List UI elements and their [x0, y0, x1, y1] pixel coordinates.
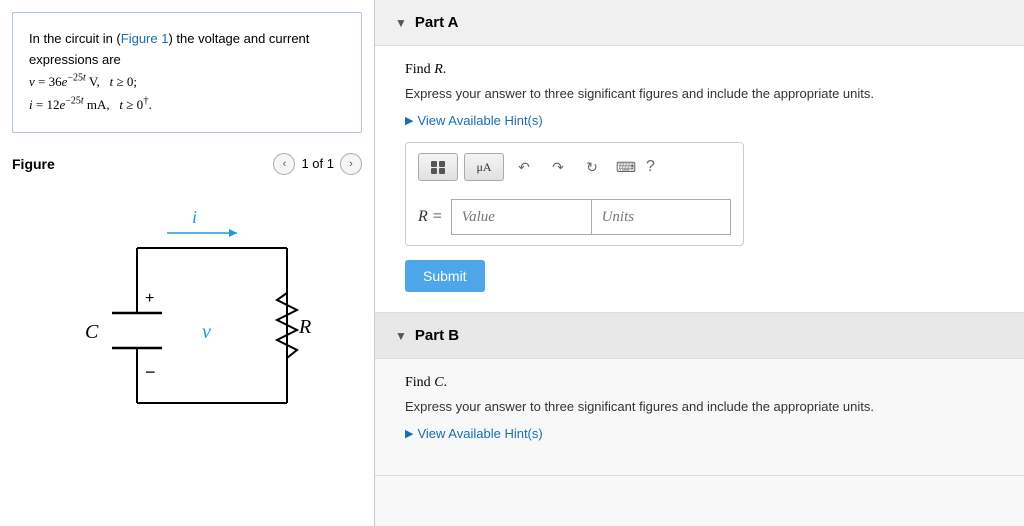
part-a-content: Find R. Express your answer to three sig…	[375, 46, 1024, 312]
matrix-button[interactable]	[418, 153, 458, 181]
svg-text:C: C	[85, 321, 99, 343]
circuit-svg: i	[37, 203, 337, 443]
part-a-label: Part A	[415, 14, 459, 31]
svg-text:−: −	[145, 362, 156, 382]
figure-nav: ‹ 1 of 1 ›	[273, 153, 362, 175]
circuit-diagram: i	[12, 183, 362, 463]
part-b-hint-link[interactable]: ▶ View Available Hint(s)	[405, 426, 994, 441]
part-b-label: Part B	[415, 327, 459, 344]
part-b-section: ▼ Part B Find C. Express your answer to …	[375, 313, 1024, 476]
answer-toolbar: μA ↶ ↷ ↻ ⌨ ?	[418, 153, 731, 189]
left-panel: In the circuit in (Figure 1) the voltage…	[0, 0, 375, 526]
equation2: i = 12e−25t mA, t ≥ 0†.	[29, 97, 152, 112]
r-equals-label: R =	[418, 208, 443, 226]
redo-button[interactable]: ↷	[544, 153, 572, 181]
svg-text:R: R	[298, 316, 311, 338]
part-b-hint-label: View Available Hint(s)	[417, 426, 542, 441]
part-a-header[interactable]: ▼ Part A	[375, 0, 1024, 46]
units-input[interactable]	[591, 199, 731, 235]
figure-link[interactable]: Figure 1	[121, 31, 169, 46]
problem-statement: In the circuit in (Figure 1) the voltage…	[12, 12, 362, 133]
next-figure-button[interactable]: ›	[340, 153, 362, 175]
keyboard-button[interactable]: ⌨	[612, 153, 640, 181]
prev-figure-button[interactable]: ‹	[273, 153, 295, 175]
refresh-button[interactable]: ↻	[578, 153, 606, 181]
part-b-content: Find C. Express your answer to three sig…	[375, 359, 1024, 475]
part-b-find-text: Find C.	[405, 375, 994, 391]
figure-title: Figure	[12, 156, 55, 172]
part-a-collapse-icon: ▼	[395, 16, 407, 30]
part-a-find-text: Find R.	[405, 62, 994, 78]
hint-arrow-icon: ▶	[405, 114, 413, 127]
part-a-hint-link[interactable]: ▶ View Available Hint(s)	[405, 113, 994, 128]
svg-text:+: +	[145, 290, 154, 307]
help-button[interactable]: ?	[646, 158, 655, 176]
value-input[interactable]	[451, 199, 591, 235]
right-panel: ▼ Part A Find R. Express your answer to …	[375, 0, 1024, 526]
part-a-section: ▼ Part A Find R. Express your answer to …	[375, 0, 1024, 313]
part-a-answer-container: μA ↶ ↷ ↻ ⌨ ? R =	[405, 142, 744, 246]
undo-button[interactable]: ↶	[510, 153, 538, 181]
figure-section: Figure ‹ 1 of 1 › i	[0, 145, 374, 471]
submit-button[interactable]: Submit	[405, 260, 485, 292]
part-b-hint-arrow-icon: ▶	[405, 427, 413, 440]
part-b-collapse-icon: ▼	[395, 329, 407, 343]
part-a-hint-label: View Available Hint(s)	[417, 113, 542, 128]
figure-header: Figure ‹ 1 of 1 ›	[12, 153, 362, 175]
part-a-instruction: Express your answer to three significant…	[405, 86, 994, 101]
part-b-instruction: Express your answer to three significant…	[405, 399, 994, 414]
problem-intro: In the circuit in (	[29, 31, 121, 46]
part-b-header[interactable]: ▼ Part B	[375, 313, 1024, 359]
input-row: R =	[418, 199, 731, 235]
svg-text:i: i	[192, 207, 197, 227]
equation1: v = 36e−25t V, t ≥ 0;	[29, 74, 137, 89]
svg-text:v: v	[202, 321, 211, 343]
figure-nav-text: 1 of 1	[301, 156, 334, 171]
unit-button[interactable]: μA	[464, 153, 504, 181]
